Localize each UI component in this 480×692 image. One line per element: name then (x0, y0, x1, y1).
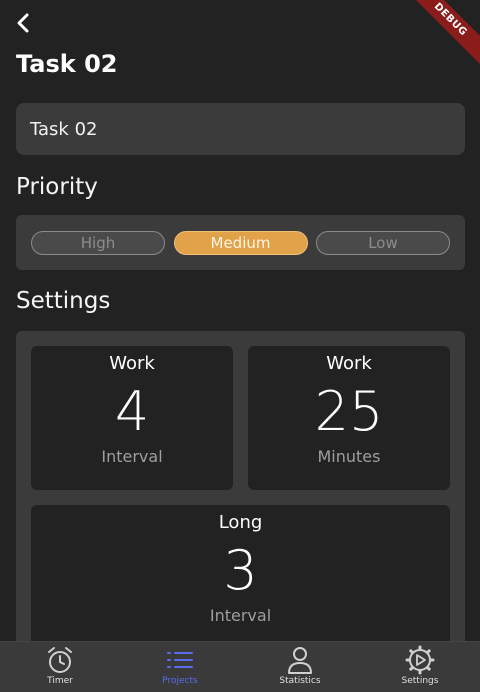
nav-item-projects[interactable]: Projects (120, 642, 240, 692)
tile-unit: Interval (209, 606, 272, 626)
person-icon (288, 647, 312, 674)
nav-item-timer[interactable]: Timer (0, 642, 120, 692)
chevron-left-icon (17, 13, 29, 33)
tile-title: Long (218, 512, 263, 533)
tile-unit: Interval (101, 447, 163, 467)
task-name-value: Task 02 (30, 118, 98, 140)
nav-label: Timer (47, 676, 73, 686)
nav-label: Settings (401, 676, 439, 686)
priority-low-button[interactable]: Low (316, 230, 450, 255)
priority-high-button[interactable]: High (31, 230, 165, 255)
settings-panel: Work 4 Interval Work 25 Minutes Long 3 I… (16, 331, 465, 661)
gear-icon (405, 645, 435, 675)
priority-medium-button[interactable]: Medium (173, 230, 308, 255)
tile-title: Work (109, 353, 155, 374)
debug-banner: DEBUG (400, 0, 480, 70)
nav-label: Statistics (279, 676, 321, 686)
tile-value: 25 (314, 380, 384, 443)
tile-value: 3 (223, 539, 258, 602)
nav-item-settings[interactable]: Settings (360, 642, 480, 692)
task-name-field[interactable]: Task 02 (16, 103, 465, 155)
alarm-clock-icon (48, 647, 72, 673)
long-interval-tile[interactable]: Long 3 Interval (31, 505, 450, 649)
bottom-navigation: Timer Projects Statistics Settings (0, 641, 480, 692)
back-button[interactable] (12, 10, 34, 36)
tile-title: Work (326, 353, 372, 374)
settings-heading: Settings (16, 288, 111, 314)
list-icon (167, 652, 193, 668)
work-minutes-tile[interactable]: Work 25 Minutes (248, 346, 450, 490)
nav-label: Projects (162, 676, 198, 686)
priority-heading: Priority (16, 174, 98, 200)
tile-unit: Minutes (317, 447, 381, 467)
nav-item-statistics[interactable]: Statistics (240, 642, 360, 692)
page-title: Task 02 (16, 50, 118, 78)
tile-value: 4 (114, 380, 150, 443)
priority-selector: High Medium Low (16, 215, 465, 270)
work-interval-tile[interactable]: Work 4 Interval (31, 346, 233, 490)
